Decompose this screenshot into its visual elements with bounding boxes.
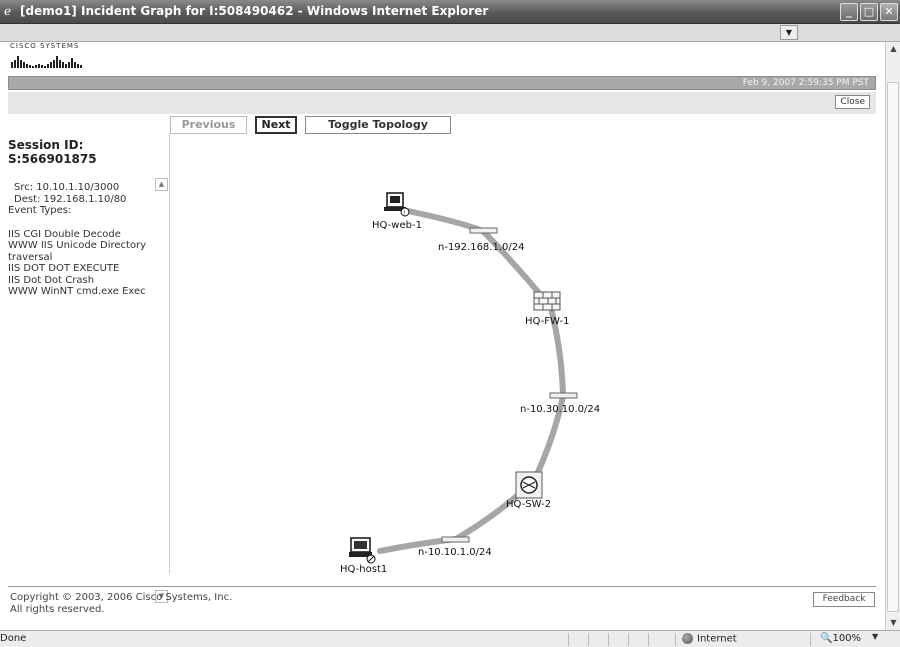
status-text: Done	[0, 633, 27, 644]
event-item: WWW WinNT cmd.exe Exec	[8, 286, 146, 297]
close-window-button[interactable]: ✕	[880, 3, 898, 21]
event-item: WWW IIS Unicode Directory traversal	[8, 240, 147, 263]
address-bar: ▼	[0, 24, 900, 42]
scroll-up-icon[interactable]: ▲	[887, 42, 900, 56]
security-zone: Internet	[682, 633, 737, 645]
zone-label: Internet	[697, 633, 737, 645]
network-label: n-10.30.10.0/24	[520, 404, 600, 415]
cisco-logo: CISCO SYSTEMS	[10, 42, 85, 72]
svg-text:!: !	[403, 210, 405, 217]
node-label: HQ-FW-1	[525, 316, 569, 327]
close-button[interactable]: Close	[835, 95, 870, 109]
node-hq-host1[interactable]: HQ-host1	[340, 537, 387, 575]
incident-graph: n-192.168.1.0/24 n-10.30.10.0/24 n-10.10…	[170, 134, 876, 584]
event-item: IIS Dot Dot Crash	[8, 274, 95, 286]
session-id-value: S:566901875	[8, 152, 97, 166]
node-label: HQ-web-1	[372, 220, 422, 231]
copyright-line: All rights reserved.	[10, 604, 105, 615]
title-bar: ℯ [demo1] Incident Graph for I:508490462…	[0, 0, 900, 24]
session-id-label: Session ID:	[8, 138, 84, 152]
event-item: IIS CGI Double Decode	[8, 228, 121, 240]
next-button[interactable]: Next	[255, 116, 297, 134]
node-label: HQ-host1	[340, 564, 387, 575]
dest-address: Dest: 192.168.1.10/80	[14, 193, 127, 205]
footer-divider	[8, 586, 876, 587]
session-panel-vscroll[interactable]: ▲ ▼	[155, 178, 169, 603]
globe-icon	[682, 633, 693, 644]
source-address: Src: 10.10.1.10/3000	[14, 182, 120, 193]
header-bar: Feb 9, 2007 2:59:35 PM PST	[8, 76, 876, 90]
zoom-level[interactable]: 🔍100%	[820, 633, 861, 644]
ie-icon: ℯ	[4, 4, 12, 18]
minimize-button[interactable]: _	[840, 3, 858, 21]
feedback-button[interactable]: Feedback	[813, 592, 875, 607]
network-n1[interactable]: n-192.168.1.0/24	[438, 227, 524, 253]
copyright-line: Copyright © 2003, 2006 Cisco Systems, In…	[10, 592, 233, 603]
scroll-thumb[interactable]	[887, 82, 899, 612]
event-item: IIS DOT DOT EXECUTE	[8, 263, 120, 274]
network-label: n-192.168.1.0/24	[438, 242, 524, 253]
address-dropdown-icon[interactable]: ▼	[780, 25, 798, 40]
node-label: HQ-SW-2	[506, 499, 551, 510]
session-panel: Session ID: S:566901875 Src: 10.10.1.10/…	[8, 134, 170, 603]
scroll-down-icon[interactable]: ▼	[887, 616, 900, 630]
maximize-button[interactable]: □	[860, 3, 878, 21]
network-label: n-10.10.1.0/24	[418, 547, 492, 558]
network-n2[interactable]: n-10.30.10.0/24	[520, 392, 600, 415]
window-title: [demo1] Incident Graph for I:508490462 -…	[20, 4, 489, 18]
node-hq-sw-2[interactable]: HQ-SW-2	[506, 471, 551, 510]
toggle-topology-button[interactable]: Toggle Topology	[305, 116, 451, 134]
copyright: Copyright © 2003, 2006 Cisco Systems, In…	[10, 592, 232, 616]
status-bar: Done Internet 🔍100% ▼	[0, 630, 900, 647]
session-details: Session ID: S:566901875 Src: 10.10.1.10/…	[8, 134, 156, 554]
node-hq-fw-1[interactable]: HQ-FW-1	[525, 291, 569, 327]
page-content: CISCO SYSTEMS Feb 9, 2007 2:59:35 PM PST…	[0, 42, 885, 630]
scroll-up-icon[interactable]: ▲	[155, 178, 168, 191]
close-row: Close	[8, 92, 876, 114]
logo-text: CISCO SYSTEMS	[10, 42, 80, 50]
timestamp: Feb 9, 2007 2:59:35 PM PST	[742, 78, 869, 88]
page-vscroll[interactable]: ▲ ▼	[885, 42, 900, 630]
event-types-label: Event Types:	[8, 205, 72, 216]
topology-svg: n-192.168.1.0/24 n-10.30.10.0/24 n-10.10…	[340, 192, 600, 575]
previous-button[interactable]: Previous	[170, 116, 247, 134]
zoom-dropdown-icon[interactable]: ▼	[872, 632, 878, 641]
zoom-value: 100%	[832, 633, 862, 644]
